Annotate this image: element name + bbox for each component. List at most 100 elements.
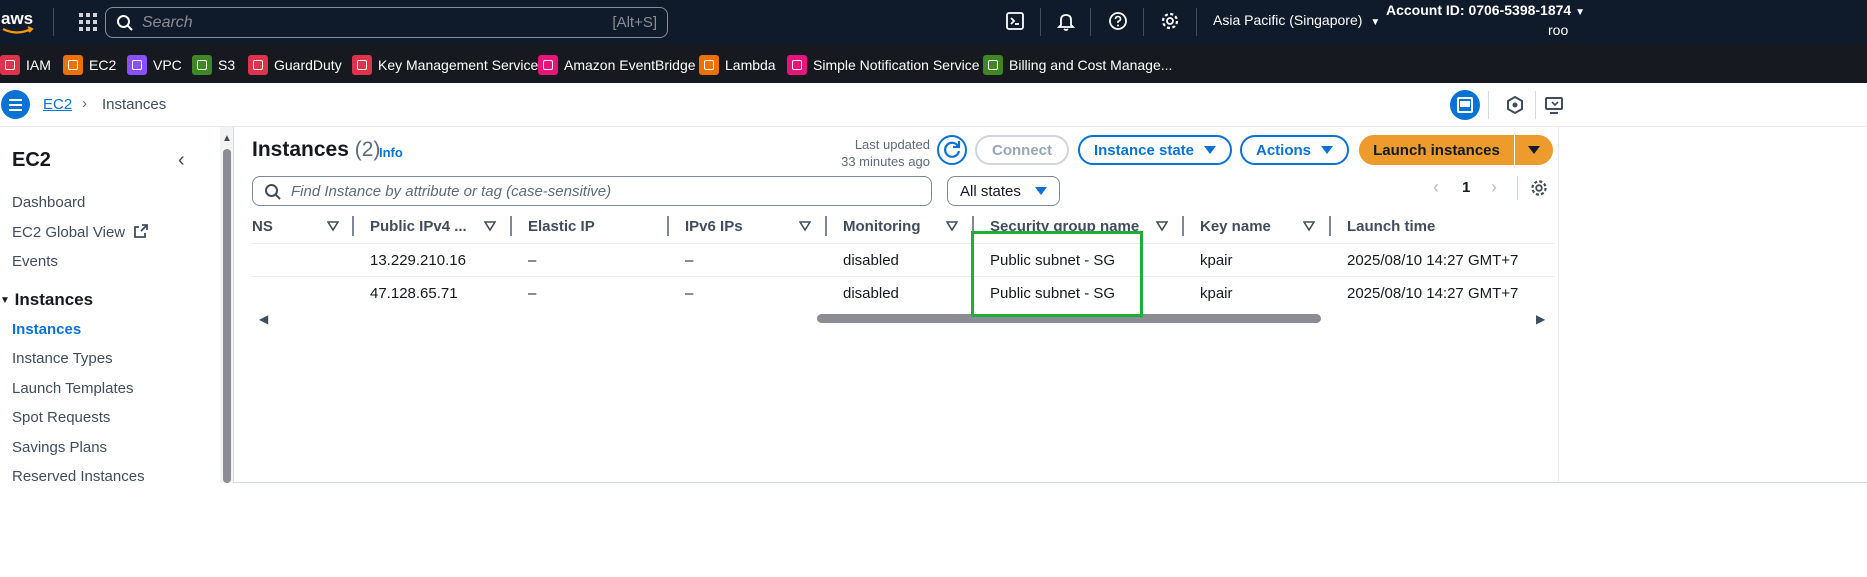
- favorite-label: S3: [218, 57, 236, 73]
- table-cell: kpair: [1200, 285, 1233, 302]
- column-header-key-name[interactable]: Key name: [1200, 218, 1271, 235]
- divider: [1535, 91, 1536, 119]
- page-number[interactable]: 1: [1462, 179, 1470, 196]
- instance-filter-input[interactable]: Find Instance by attribute or tag (case-…: [252, 176, 932, 206]
- chevron-right-icon[interactable]: ›: [1491, 177, 1497, 198]
- sidebar-item-events[interactable]: Events: [12, 253, 58, 270]
- favorite-eventbridge[interactable]: Amazon EventBridge: [538, 55, 696, 75]
- sidebar-item-launch-templates[interactable]: Launch Templates: [12, 380, 133, 397]
- scroll-right-icon[interactable]: ▶: [1536, 312, 1545, 326]
- connect-button[interactable]: Connect: [975, 135, 1069, 165]
- column-resizer[interactable]: [352, 216, 354, 236]
- services-menu-icon[interactable]: [79, 13, 97, 31]
- sidebar-item-ec2-global-view[interactable]: EC2 Global View: [12, 223, 149, 241]
- refresh-button[interactable]: [937, 135, 967, 165]
- divider: [1143, 8, 1144, 36]
- column-header-ipv6-ips[interactable]: IPv6 IPs: [685, 218, 743, 235]
- instance-state-button[interactable]: Instance state: [1078, 135, 1232, 165]
- column-resizer[interactable]: [510, 216, 512, 236]
- scroll-left-icon[interactable]: ◀: [259, 312, 268, 326]
- instance-count: (2): [354, 138, 381, 161]
- favorite-s3[interactable]: S3: [192, 55, 235, 75]
- breadcrumb-ec2[interactable]: EC2: [43, 96, 72, 113]
- divider: [1196, 8, 1197, 36]
- sort-icon[interactable]: [946, 220, 958, 232]
- table-cell[interactable]: 47.128.65.71: [370, 285, 458, 302]
- column-resizer[interactable]: [1182, 216, 1184, 236]
- column-header-launch-time[interactable]: Launch time: [1347, 218, 1435, 235]
- split-panel-icon[interactable]: [1450, 90, 1480, 120]
- bell-icon[interactable]: [1055, 10, 1077, 32]
- column-header-public-ipv4[interactable]: Public IPv4 ...: [370, 218, 467, 235]
- gear-icon[interactable]: [1159, 10, 1181, 32]
- sidebar-item-spot-requests[interactable]: Spot Requests: [12, 409, 110, 426]
- sort-icon[interactable]: [327, 220, 339, 232]
- column-resizer[interactable]: [1329, 216, 1331, 236]
- menu-icon[interactable]: [1, 90, 30, 119]
- favorite-ec2[interactable]: EC2: [63, 55, 116, 75]
- sidebar-scrollbar[interactable]: ▲: [220, 127, 234, 483]
- sort-icon[interactable]: [1156, 220, 1168, 232]
- scroll-up-icon[interactable]: ▲: [222, 133, 232, 144]
- breadcrumb-current: Instances: [102, 96, 167, 113]
- launch-instances-button[interactable]: Launch instances: [1359, 135, 1514, 165]
- column-resizer[interactable]: [825, 216, 827, 236]
- sort-icon[interactable]: [484, 220, 496, 232]
- chevron-left-icon[interactable]: ‹: [178, 149, 185, 172]
- sidebar-section-instances[interactable]: ▼ Instances: [0, 290, 93, 310]
- help-icon[interactable]: [1107, 10, 1129, 32]
- column-header-monitoring[interactable]: Monitoring: [843, 218, 920, 235]
- sort-icon[interactable]: [1303, 220, 1315, 232]
- region-selector[interactable]: Asia Pacific (Singapore) ▼: [1213, 12, 1380, 28]
- divider: [1488, 91, 1489, 119]
- favorite-lambda[interactable]: Lambda: [699, 55, 776, 75]
- sidebar-section-label: Instances: [14, 290, 94, 309]
- sidebar-item-reserved-instances[interactable]: Reserved Instances: [12, 468, 145, 483]
- sidebar-item-instances[interactable]: Instances: [12, 321, 81, 338]
- caret-down-icon: ▼: [1575, 7, 1585, 18]
- search-shortcut: [Alt+S]: [612, 14, 657, 31]
- favorite-sns[interactable]: Simple Notification Service: [787, 55, 980, 75]
- column-resizer[interactable]: [667, 216, 669, 236]
- actions-button[interactable]: Actions: [1240, 135, 1349, 165]
- chevron-left-icon[interactable]: ‹: [1433, 177, 1439, 198]
- guardduty-icon: [248, 55, 268, 75]
- sidebar-item-savings-plans[interactable]: Savings Plans: [12, 439, 107, 456]
- column-header-ns[interactable]: NS: [252, 218, 273, 235]
- column-header-elastic-ip[interactable]: Elastic IP: [528, 218, 595, 235]
- sidebar-item-instance-types[interactable]: Instance Types: [12, 350, 113, 367]
- table-cell[interactable]: 13.229.210.16: [370, 252, 466, 269]
- divider: [1090, 8, 1091, 36]
- aws-logo[interactable]: aws: [0, 8, 40, 36]
- caret-down-icon: ▼: [1370, 17, 1381, 28]
- info-link[interactable]: Info: [379, 145, 403, 160]
- top-navigation: aws Search [Alt+S] Asia Pacific (Singapo…: [0, 0, 1867, 44]
- table-cell: –: [528, 285, 537, 302]
- search-placeholder: Search: [142, 14, 193, 31]
- external-link-icon: [134, 224, 149, 238]
- last-updated: Last updated 33 minutes ago: [820, 136, 930, 170]
- tools-panel-icon[interactable]: [1540, 90, 1570, 120]
- favorite-vpc[interactable]: VPC: [127, 55, 182, 75]
- button-label: Instance state: [1093, 141, 1195, 159]
- favorite-kms[interactable]: Key Management Service: [352, 55, 538, 75]
- table-cell: –: [528, 252, 537, 269]
- notifications-panel-icon[interactable]: [1500, 90, 1530, 120]
- launch-instances-dropdown[interactable]: [1515, 135, 1553, 165]
- favorite-guardduty[interactable]: GuardDuty: [248, 55, 342, 75]
- search-input[interactable]: Search [Alt+S]: [105, 7, 668, 38]
- favorite-iam[interactable]: IAM: [0, 55, 51, 75]
- gear-icon[interactable]: [1529, 178, 1549, 198]
- cloudshell-icon[interactable]: [1004, 10, 1026, 32]
- account-menu[interactable]: Account ID: 0706-5398-1874 ▼: [1386, 2, 1585, 18]
- scrollbar-thumb[interactable]: [223, 149, 231, 483]
- favorite-label: Simple Notification Service: [813, 57, 980, 73]
- sort-icon[interactable]: [799, 220, 811, 232]
- search-icon: [265, 184, 281, 200]
- divider: [1517, 176, 1518, 200]
- sidebar-item-dashboard[interactable]: Dashboard: [12, 194, 85, 211]
- last-updated-value: 33 minutes ago: [841, 154, 930, 169]
- states-select[interactable]: All states: [947, 176, 1060, 206]
- favorite-billing[interactable]: Billing and Cost Manage...: [983, 55, 1172, 75]
- billing-icon: [983, 55, 1003, 75]
